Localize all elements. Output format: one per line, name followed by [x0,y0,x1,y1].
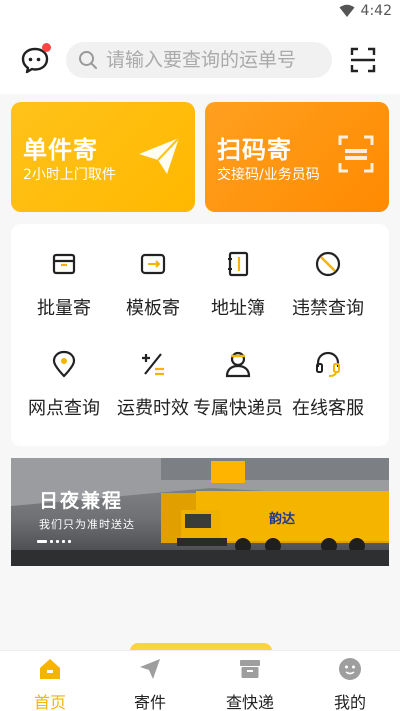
paper-plane-icon [139,137,180,174]
send-icon [140,659,160,679]
top-header [0,24,400,94]
service-label: 违禁查询 [292,298,364,319]
status-bar: 4:42 [0,0,400,24]
scan-code-icon [338,135,374,173]
banner-title: 日夜兼程 [39,490,124,512]
single-send-title: 单件寄 [23,136,98,164]
service-dedicated-courier[interactable]: 专属快递员 [191,350,285,430]
service-prohibited-check[interactable]: 违禁查询 [281,250,375,330]
prohibited-icon [315,251,341,277]
pagination-dot[interactable] [56,540,59,543]
scan-send-title: 扫码寄 [217,136,292,164]
scan-send-card[interactable]: 扫码寄 交接码/业务员码 [205,102,389,212]
package-icon [240,660,260,678]
template-icon [140,253,166,275]
banner-pagination [37,540,71,543]
wifi-icon [339,4,355,17]
profile-icon [339,658,361,680]
promo-banner[interactable]: 日夜兼程 我们只为准时送达 韵达 [11,458,389,566]
courier-icon [225,351,251,378]
single-send-subtitle: 2小时上门取件 [23,167,116,183]
tab-profile[interactable]: 我的 [300,655,400,711]
message-button[interactable] [20,43,52,74]
calculator-icon [142,353,164,376]
service-batch-send[interactable]: 批量寄 [17,250,111,330]
scan-button[interactable] [349,46,377,74]
service-outlet-search[interactable]: 网点查询 [17,350,111,430]
service-label: 在线客服 [292,398,364,419]
location-pin-icon [52,350,76,378]
service-address-book[interactable]: 地址簿 [191,250,285,330]
truck-brand-text: 韵达 [269,512,296,527]
home-icon [40,659,60,679]
search-input[interactable] [106,42,326,78]
box-icon [52,253,76,275]
pagination-dot[interactable] [62,540,65,543]
tab-label: 首页 [33,693,66,711]
pagination-dot[interactable] [68,540,71,543]
search-bar[interactable] [66,42,332,78]
bottom-tab-bar: 首页 寄件 查快递 我的 [0,650,400,711]
pagination-dot[interactable] [37,540,47,543]
banner-subtitle: 我们只为准时送达 [39,518,135,531]
tab-label: 我的 [333,693,366,711]
tab-send[interactable]: 寄件 [100,655,200,711]
single-send-card[interactable]: 单件寄 2小时上门取件 [11,102,195,212]
scan-send-subtitle: 交接码/业务员码 [217,167,320,183]
pagination-dot[interactable] [50,540,53,543]
tab-track[interactable]: 查快递 [200,655,300,711]
headset-icon [316,351,340,377]
address-book-icon [228,251,249,277]
scan-icon [350,47,376,73]
notification-dot [42,43,51,52]
service-grid: 批量寄 模板寄 地址簿 违禁查询 网点查询 运费时效 专属快递员 在线客服 [11,224,389,446]
search-icon [79,51,97,69]
tab-label: 寄件 [133,693,166,711]
service-online-support[interactable]: 在线客服 [281,350,375,430]
status-time: 4:42 [360,3,392,19]
tab-home[interactable]: 首页 [0,655,100,711]
tab-label: 查快递 [225,693,274,711]
